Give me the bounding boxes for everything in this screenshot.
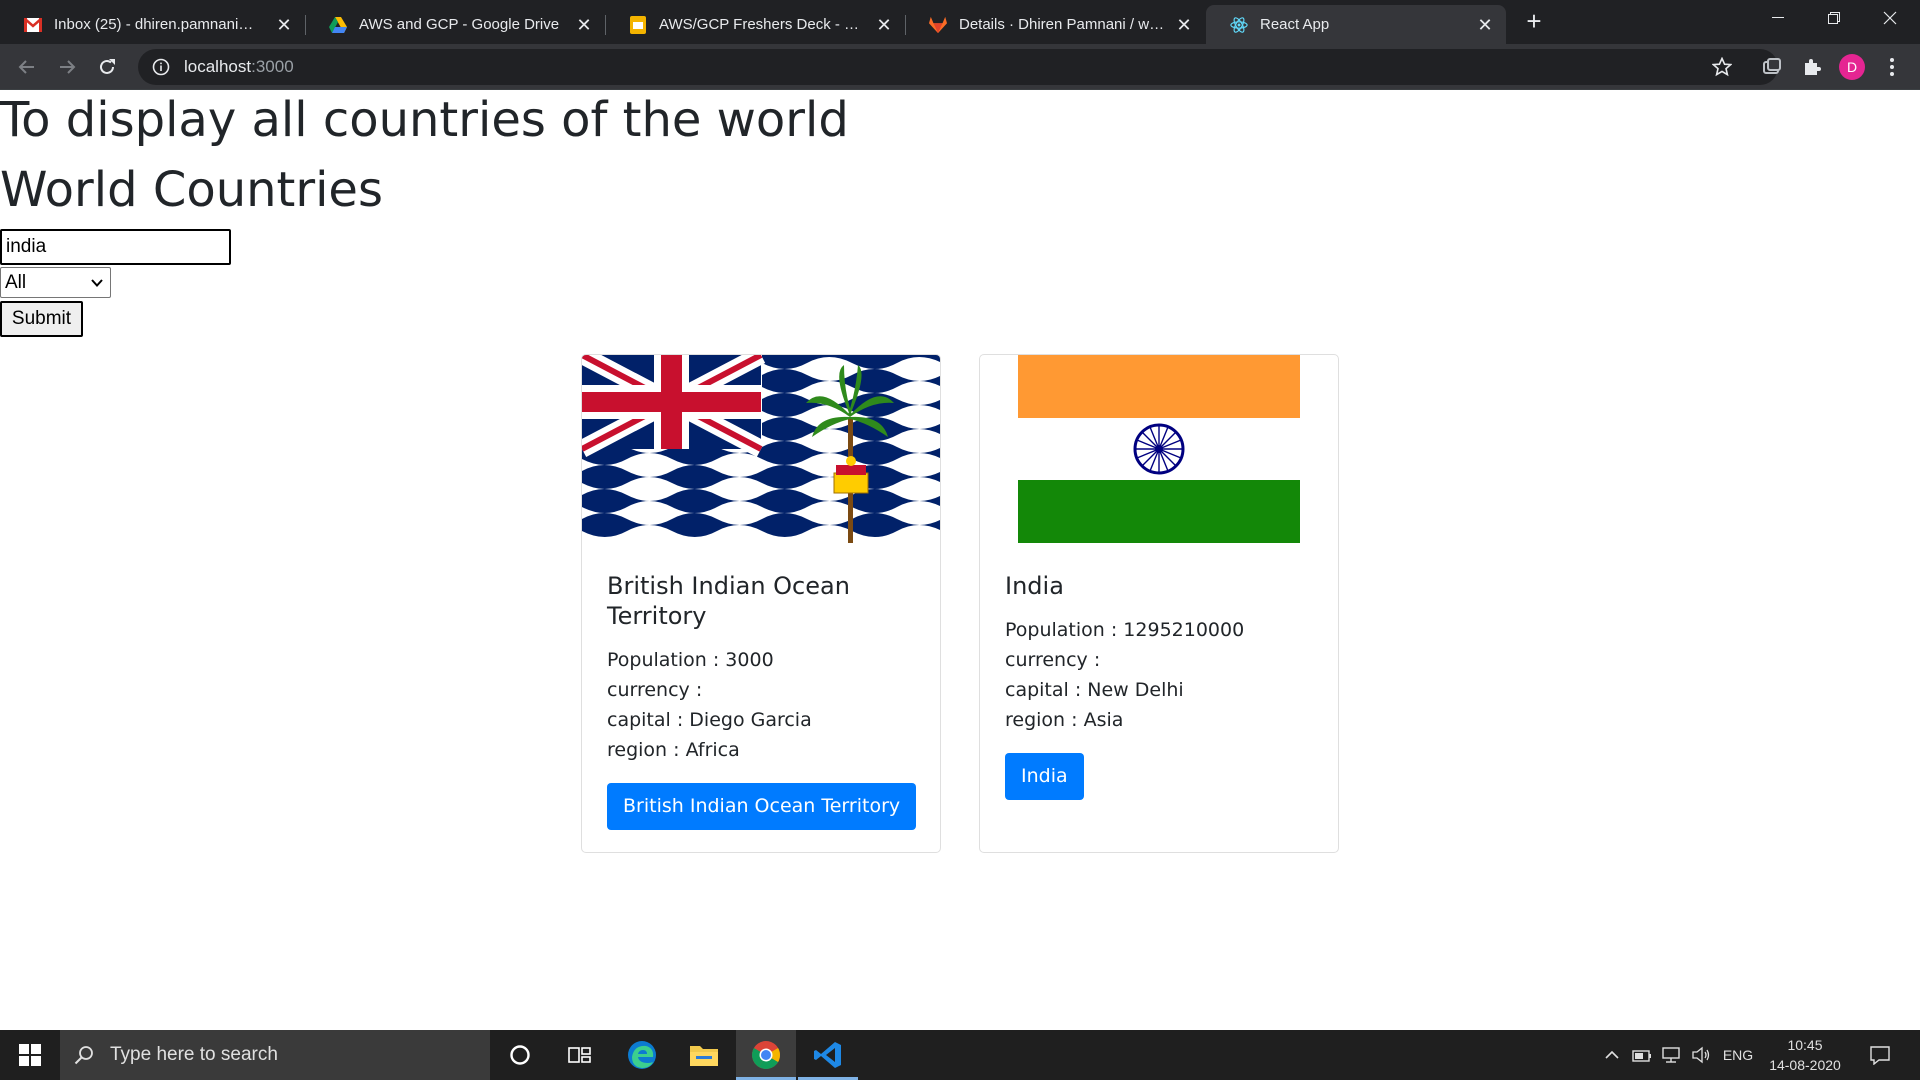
country-population: Population : 1295210000 <box>1005 619 1245 641</box>
edge-browser-icon[interactable] <box>612 1030 672 1080</box>
taskbar-search-box[interactable]: Type here to search <box>60 1030 490 1080</box>
region-select[interactable]: All <box>0 267 111 298</box>
chevron-down-icon <box>91 278 103 287</box>
region-select-value: All <box>5 271 27 293</box>
clock-time: 10:45 <box>1787 1037 1823 1053</box>
tab-title: React App <box>1260 16 1330 33</box>
tab-google-slides[interactable]: AWS/GCP Freshers Deck - Googl ✕ <box>605 5 906 44</box>
british-indian-ocean-territory-flag <box>582 355 940 543</box>
card-body: British Indian Ocean Territory Populatio… <box>607 571 920 830</box>
notifications-icon[interactable] <box>1862 1030 1898 1080</box>
chrome-browser-icon[interactable] <box>736 1030 796 1080</box>
tab-gitlab[interactable]: Details · Dhiren Pamnani / world ✕ <box>905 5 1205 44</box>
submit-button[interactable]: Submit <box>0 301 83 337</box>
country-capital: capital : Diego Garcia <box>607 709 812 731</box>
bookmark-star-icon[interactable] <box>1706 51 1738 83</box>
reload-icon[interactable] <box>91 51 123 83</box>
country-name: British Indian Ocean Territory <box>607 572 850 630</box>
browser-tab-strip: Inbox (25) - dhiren.pamnani@qu ✕ AWS and… <box>0 0 1920 44</box>
volume-icon[interactable] <box>1688 1030 1714 1080</box>
country-currency: currency : <box>1005 649 1101 671</box>
url-port: :3000 <box>251 57 294 76</box>
search-icon <box>74 1046 93 1065</box>
country-region: region : Asia <box>1005 709 1124 731</box>
site-info-icon[interactable] <box>152 58 170 76</box>
close-tab-icon[interactable]: ✕ <box>275 16 293 34</box>
windows-start-icon[interactable] <box>0 1030 60 1080</box>
more-menu-icon[interactable] <box>1876 51 1908 83</box>
country-search-input[interactable] <box>0 229 231 265</box>
country-region: region : Africa <box>607 739 740 761</box>
tab-google-drive[interactable]: AWS and GCP - Google Drive ✕ <box>305 5 606 44</box>
minimize-icon[interactable] <box>1750 0 1806 36</box>
tab-react-app[interactable]: React App ✕ <box>1206 5 1506 44</box>
network-icon[interactable] <box>1658 1030 1684 1080</box>
input-language[interactable]: ENG <box>1718 1030 1758 1080</box>
browser-toolbar: localhost:3000 D <box>0 44 1920 89</box>
close-tab-icon[interactable]: ✕ <box>1175 16 1193 34</box>
gitlab-icon <box>929 16 947 34</box>
country-card: India Population : 1295210000 currency :… <box>979 354 1339 853</box>
battery-icon[interactable] <box>1630 1030 1654 1080</box>
country-currency: currency : <box>607 679 703 701</box>
gmail-icon <box>24 16 42 34</box>
country-capital: capital : New Delhi <box>1005 679 1184 701</box>
sync-extension-icon[interactable] <box>1756 51 1788 83</box>
restore-icon[interactable] <box>1806 0 1862 36</box>
chevron-up-icon[interactable] <box>1600 1030 1624 1080</box>
clock-date: 14-08-2020 <box>1769 1057 1841 1073</box>
card-body: India Population : 1295210000 currency :… <box>1005 571 1318 800</box>
new-tab-button[interactable]: + <box>1520 8 1548 36</box>
google-slides-icon <box>629 15 647 34</box>
country-details-button[interactable]: India <box>1005 753 1084 800</box>
file-explorer-icon[interactable] <box>674 1030 734 1080</box>
windows-taskbar: Type here to search ENG 10:45 14-08-2020 <box>0 1030 1920 1080</box>
taskbar-search-placeholder: Type here to search <box>110 1044 278 1065</box>
react-icon <box>1230 16 1248 34</box>
system-clock[interactable]: 10:45 14-08-2020 <box>1760 1035 1850 1075</box>
back-arrow-icon[interactable] <box>11 51 43 83</box>
google-drive-icon <box>329 16 347 34</box>
forward-arrow-icon[interactable] <box>51 51 83 83</box>
tab-title: Inbox (25) - dhiren.pamnani@qu <box>54 16 267 33</box>
country-details-button[interactable]: British Indian Ocean Territory <box>607 783 917 830</box>
country-population: Population : 3000 <box>607 649 774 671</box>
tab-gmail[interactable]: Inbox (25) - dhiren.pamnani@qu ✕ <box>0 5 306 44</box>
vscode-icon[interactable] <box>798 1030 858 1080</box>
tab-title: Details · Dhiren Pamnani / world <box>959 16 1167 33</box>
close-tab-icon[interactable]: ✕ <box>1476 16 1494 34</box>
country-card: British Indian Ocean Territory Populatio… <box>581 354 941 853</box>
close-tab-icon[interactable]: ✕ <box>875 16 893 34</box>
page-content: To display all countries of the world Wo… <box>0 90 1920 1030</box>
section-title: World Countries <box>0 162 383 218</box>
country-name: India <box>1005 572 1064 600</box>
avatar: D <box>1839 54 1865 80</box>
close-window-icon[interactable] <box>1862 0 1918 36</box>
task-view-icon[interactable] <box>550 1030 610 1080</box>
page-title: To display all countries of the world <box>0 92 849 148</box>
india-flag <box>1018 355 1300 543</box>
tab-title: AWS and GCP - Google Drive <box>359 16 560 33</box>
tab-title: AWS/GCP Freshers Deck - Googl <box>659 16 867 33</box>
extensions-puzzle-icon[interactable] <box>1796 51 1828 83</box>
address-bar[interactable]: localhost:3000 <box>138 49 1778 85</box>
profile-avatar[interactable]: D <box>1836 51 1868 83</box>
close-tab-icon[interactable]: ✕ <box>575 16 593 34</box>
url-host: localhost <box>184 57 252 76</box>
cortana-icon[interactable] <box>490 1030 550 1080</box>
